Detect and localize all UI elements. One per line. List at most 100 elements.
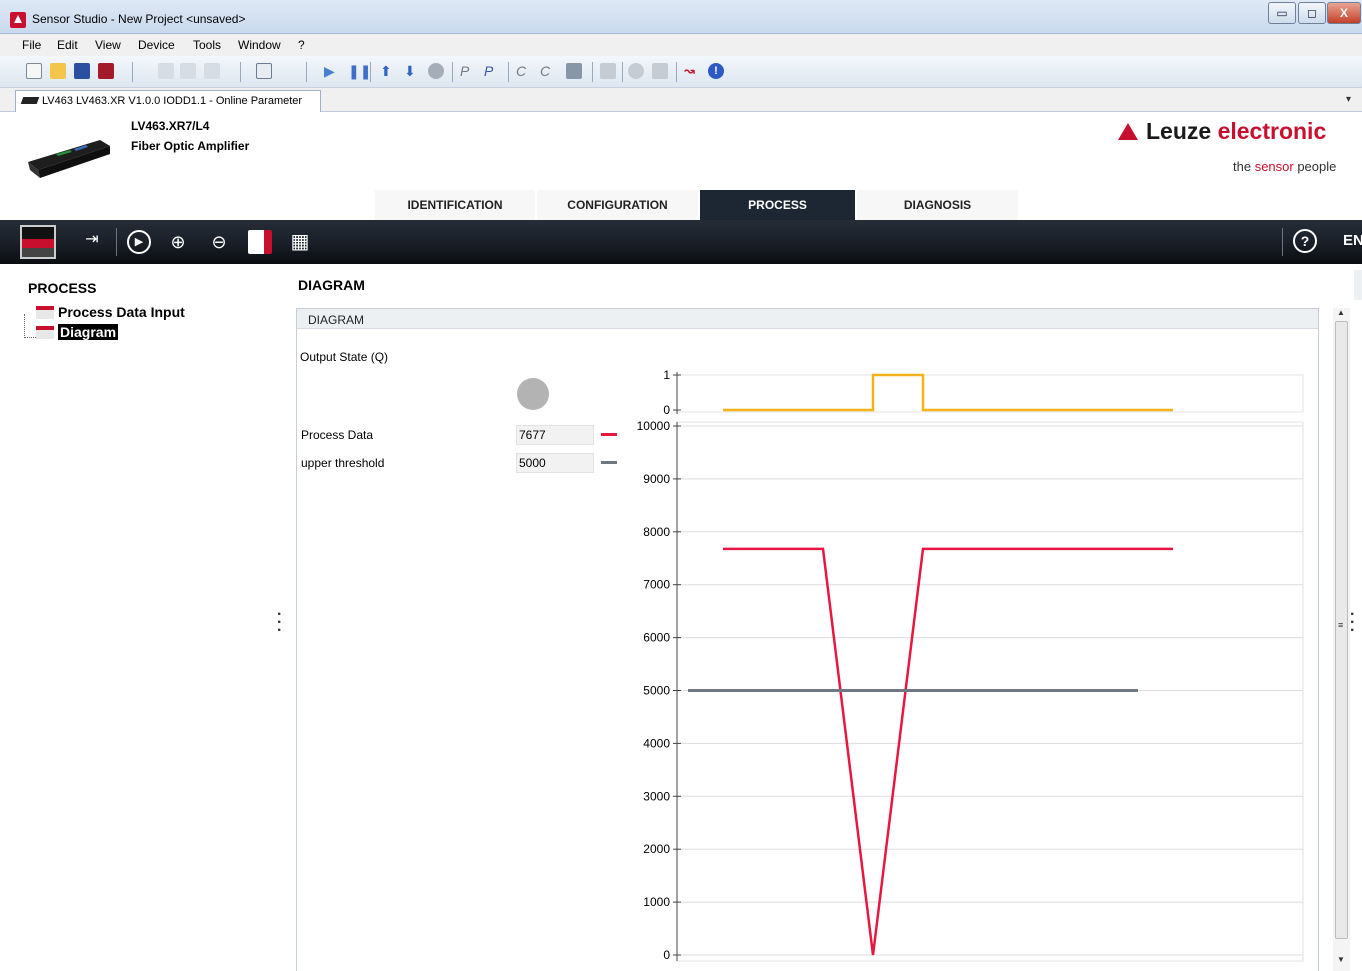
output-state-label: Output State (Q) (300, 350, 389, 364)
splitter-handle[interactable]: · · · (277, 607, 282, 639)
grid-icon[interactable]: ▦ (288, 230, 312, 254)
main-y-tick-label: 10000 (637, 419, 671, 433)
download-icon[interactable]: ⬇ (404, 63, 420, 79)
zoom-in-icon[interactable]: ⊕ (166, 230, 190, 254)
output-state-series-line (723, 373, 1173, 412)
right-splitter-handle[interactable]: · · · (1350, 607, 1355, 639)
save-icon[interactable] (248, 230, 272, 254)
language-button[interactable]: EN (1343, 232, 1362, 249)
top-chart-frame (676, 374, 1304, 413)
layout-icon[interactable] (256, 63, 272, 79)
content-title: DIAGRAM (298, 277, 365, 293)
left-navigation (0, 264, 278, 971)
menu-bar: File Edit View Device Tools Window ? (0, 34, 1362, 56)
grip-icon[interactable]: ≡ (1338, 620, 1343, 630)
menu-device[interactable]: Device (138, 38, 175, 52)
disconnect-icon[interactable]: C (540, 63, 556, 79)
print-icon[interactable] (98, 63, 114, 79)
tab-identification[interactable]: IDENTIFICATION (375, 190, 536, 220)
main-y-tick-label: 1000 (643, 895, 670, 909)
open-folder-icon[interactable] (50, 63, 66, 79)
device-image (28, 140, 110, 178)
scrollbar-thumb[interactable] (1335, 321, 1348, 939)
play-icon[interactable]: ▶ (324, 63, 340, 79)
main-y-tick-label: 8000 (643, 525, 670, 539)
process-toolbar: ⇥ ▶ ⊕ ⊖ ▦ ? EN (0, 220, 1362, 264)
menu-edit[interactable]: Edit (57, 38, 78, 52)
tab-diagnosis[interactable]: DIAGNOSIS (857, 190, 1019, 220)
play-circle-icon[interactable]: ▶ (127, 230, 151, 254)
device-mini-icon (20, 97, 40, 104)
zoom-out-icon[interactable]: ⊖ (207, 230, 231, 254)
process-data-label: Process Data (301, 428, 374, 442)
menu-tools[interactable]: Tools (193, 38, 221, 52)
main-y-tick-label: 7000 (643, 578, 670, 592)
device-name: LV463.XR7/L4 (131, 119, 210, 133)
menu-file[interactable]: File (22, 38, 41, 52)
record-icon[interactable]: ⇥ (80, 228, 104, 252)
output-state-chart: 01 (663, 368, 1304, 417)
vertical-scrollbar[interactable]: ▲ ▼ (1333, 308, 1350, 971)
search-icon[interactable] (628, 63, 644, 79)
process-data-chart: 0 1000 2000 3000 4000 5000 6000 7000 8000 9000 100… (637, 419, 1304, 962)
process-data-series-line (723, 547, 1173, 956)
menu-view[interactable]: View (95, 38, 121, 52)
paste-icon[interactable] (204, 63, 220, 79)
maximize-button[interactable]: ◻ (1298, 2, 1326, 24)
scroll-up-icon[interactable]: ▲ (1337, 308, 1345, 317)
diagram-charts: 01 0100020003000400050006000700080009000… (637, 368, 1304, 962)
device-icon[interactable] (600, 63, 616, 79)
tab-process[interactable]: PROCESS (700, 190, 856, 220)
document-tab[interactable]: LV463 LV463.XR V1.0.0 IODD1.1 - Online P… (15, 90, 321, 112)
main-y-tick-label: 9000 (643, 472, 670, 486)
document-tab-row: LV463 LV463.XR V1.0.0 IODD1.1 - Online P… (0, 88, 1362, 112)
stop-icon[interactable] (428, 63, 444, 79)
minimize-button[interactable]: ▭ (1268, 2, 1296, 24)
main-tabs: IDENTIFICATION CONFIGURATION PROCESS DIA… (0, 190, 1362, 220)
connect-icon[interactable]: C (516, 63, 532, 79)
tab-configuration[interactable]: CONFIGURATION (537, 190, 699, 220)
title-bar: Sensor Studio - New Project <unsaved> ▭ … (0, 0, 1362, 34)
scroll-down-icon[interactable]: ▼ (1337, 955, 1345, 964)
nav-item-diagram[interactable]: Diagram (58, 324, 119, 340)
nav-title: PROCESS (28, 280, 97, 296)
pause-icon[interactable]: ❚❚ (348, 63, 371, 79)
menu-window[interactable]: Window (238, 38, 281, 52)
window-title: Sensor Studio - New Project <unsaved> (32, 12, 246, 26)
tree-connector (24, 314, 36, 338)
settings-icon[interactable] (652, 63, 668, 79)
wrench-icon[interactable] (566, 63, 582, 79)
nav-item-process-data-input[interactable]: Process Data Input (58, 304, 185, 320)
process-data-input-icon (36, 306, 54, 319)
monitor-icon[interactable] (20, 225, 56, 259)
help-button[interactable]: ? (1293, 229, 1317, 253)
main-toolbar: ▶ ❚❚ ⬆ ⬇ P P C C ↝ ! (0, 56, 1362, 88)
save-icon[interactable] (74, 63, 90, 79)
main-y-tick-label: 6000 (643, 631, 670, 645)
cut-icon[interactable] (158, 63, 174, 79)
copy-icon[interactable] (180, 63, 196, 79)
info-icon[interactable]: ! (708, 63, 724, 79)
process-data-value: 7677 (516, 425, 594, 445)
upper-threshold-label: upper threshold (301, 456, 385, 470)
close-button[interactable]: X (1327, 2, 1361, 24)
upload-icon[interactable]: ⬆ (380, 63, 396, 79)
tab-dropdown-icon[interactable]: ▾ (1346, 94, 1351, 105)
right-panel-edge (1354, 270, 1362, 300)
app-icon (10, 12, 26, 28)
top-y-tick-label: 0 (663, 403, 670, 417)
top-y-tick-label: 1 (663, 368, 670, 382)
main-y-tick-label: 5000 (643, 684, 670, 698)
menu-help[interactable]: ? (298, 38, 305, 52)
parameter-write-icon[interactable]: P (484, 63, 500, 79)
new-file-icon[interactable] (26, 63, 42, 79)
connection-icon[interactable]: ↝ (684, 63, 700, 79)
parameter-icon[interactable]: P (460, 63, 476, 79)
main-y-tick-label: 4000 (643, 736, 670, 750)
main-y-tick-label: 2000 (643, 842, 670, 856)
panel-header (297, 309, 1318, 329)
device-type: Fiber Optic Amplifier (131, 139, 250, 153)
brand-logo: Leuze electronic (1118, 118, 1326, 145)
leuze-triangle-icon (1118, 123, 1138, 140)
upper-threshold-value: 5000 (516, 453, 594, 473)
